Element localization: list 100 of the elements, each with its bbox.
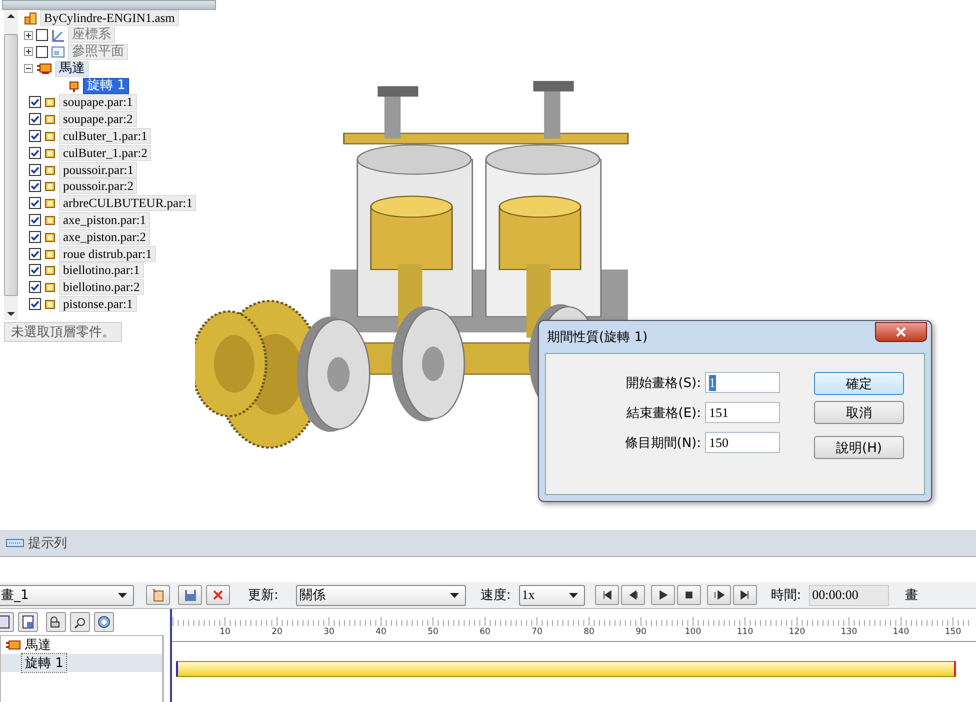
input-field[interactable]: 151 <box>705 402 780 423</box>
tick-label: 70 <box>532 627 542 637</box>
tree-item[interactable]: pistonse.par:1 <box>59 296 137 312</box>
status-text: 未選取頂層零件。 <box>4 322 122 342</box>
part-icon <box>44 96 56 108</box>
field-label: 結束畫格(E): <box>626 404 701 422</box>
tree-root[interactable]: ByCylindre-ENGIN1.asm <box>40 10 179 26</box>
last-frame-icon <box>738 589 751 601</box>
part-icon <box>44 113 56 126</box>
scrollbar[interactable] <box>4 10 18 320</box>
tick-label: 20 <box>272 627 282 637</box>
close-button[interactable] <box>875 322 927 342</box>
time-field[interactable]: 00:00:00 <box>809 584 890 606</box>
plane-icon <box>51 46 65 58</box>
prompt-bar-title: 提示列 <box>28 535 67 552</box>
panel-grip[interactable] <box>2 0 216 10</box>
frame-label: 畫 <box>905 587 918 604</box>
tick-label: 10 <box>220 627 230 637</box>
tick-label: 90 <box>636 627 646 637</box>
tick-label: 50 <box>428 627 438 637</box>
stop-button[interactable] <box>676 585 701 605</box>
first-frame-button[interactable] <box>594 585 619 605</box>
coordinate-system-icon <box>51 28 65 42</box>
tree-item[interactable]: arbreCULBUTEUR.par:1 <box>59 195 196 212</box>
visibility-checkbox[interactable] <box>29 264 41 276</box>
timeline-tree-item[interactable]: 旋轉 1 <box>1 654 162 672</box>
visibility-checkbox[interactable] <box>36 29 48 42</box>
tree-item[interactable]: biellotino.par:1 <box>59 262 144 278</box>
animation-track-bar[interactable] <box>176 661 956 677</box>
step-back-icon <box>626 589 639 601</box>
save-icon[interactable] <box>178 585 202 605</box>
dialog-button[interactable]: 確定 <box>814 372 904 395</box>
tick-label: 100 <box>684 627 702 637</box>
expand-icon[interactable] <box>24 30 33 40</box>
tick-label: 120 <box>788 627 806 637</box>
visibility-checkbox[interactable] <box>29 281 41 294</box>
new-animation-icon[interactable] <box>146 585 170 605</box>
motor-icon <box>36 62 52 76</box>
dialog-button[interactable]: 取消 <box>814 401 904 424</box>
visibility-checkbox[interactable] <box>29 164 41 176</box>
tree-item[interactable]: poussoir.par:2 <box>59 178 138 194</box>
zoom-icon[interactable] <box>70 612 90 632</box>
update-dropdown[interactable]: 關係 <box>296 584 466 606</box>
tree-item[interactable]: soupape.par:2 <box>59 111 137 128</box>
input-field[interactable]: 150 <box>705 432 780 453</box>
caret-icon <box>450 592 460 598</box>
tree-item[interactable]: 座標系 <box>68 27 115 44</box>
visibility-checkbox[interactable] <box>29 248 41 260</box>
tree-item[interactable]: culButer_1.par:2 <box>59 144 152 161</box>
tree-item[interactable]: culButer_1.par:1 <box>59 128 152 144</box>
part-icon <box>44 264 56 276</box>
play-button[interactable] <box>650 585 675 605</box>
visibility-checkbox[interactable] <box>29 113 41 126</box>
last-frame-button[interactable] <box>732 585 757 605</box>
speed-label: 速度: <box>480 587 511 604</box>
dialog-title: 期間性質(旋轉 1) <box>547 329 648 346</box>
field-label: 條目期間(N): <box>624 434 701 452</box>
visibility-checkbox[interactable] <box>29 180 41 192</box>
visibility-checkbox[interactable] <box>29 298 41 310</box>
delete-icon[interactable] <box>206 585 230 605</box>
tree-item[interactable]: biellotino.par:2 <box>59 279 144 296</box>
visibility-checkbox[interactable] <box>29 130 41 142</box>
rotation-icon <box>68 80 80 92</box>
part-icon <box>44 230 56 243</box>
tree-item[interactable]: soupape.par:1 <box>59 94 137 110</box>
visibility-checkbox[interactable] <box>29 230 41 243</box>
close-icon <box>895 327 907 337</box>
collapse-icon[interactable] <box>24 64 33 74</box>
expand-icon[interactable] <box>24 47 33 56</box>
timeline-tree-item[interactable]: 馬達 <box>25 636 51 654</box>
visibility-checkbox[interactable] <box>29 214 41 226</box>
step-back-button[interactable] <box>620 585 645 605</box>
tree-item[interactable]: 參照平面 <box>68 44 128 60</box>
tree-item[interactable]: 馬達 <box>55 60 89 77</box>
tick-label: 150 <box>944 627 962 637</box>
tree-item[interactable]: 旋轉 1 <box>83 78 130 94</box>
visibility-checkbox[interactable] <box>36 46 48 58</box>
tree-item[interactable]: axe_piston.par:2 <box>59 228 150 245</box>
animation-dropdown[interactable]: 畫_1 <box>0 584 134 606</box>
step-forward-button[interactable] <box>706 585 731 605</box>
input-field[interactable]: 1 <box>705 372 780 393</box>
tree-item[interactable]: poussoir.par:1 <box>59 162 138 178</box>
part-icon <box>44 130 56 142</box>
part-icon <box>44 197 56 210</box>
part-icon <box>44 146 56 159</box>
step-forward-icon <box>712 589 725 601</box>
tree-item[interactable]: axe_piston.par:1 <box>59 212 150 228</box>
tick-label: 110 <box>736 627 754 637</box>
dialog-button[interactable]: 說明(H) <box>814 436 904 459</box>
refresh-icon[interactable] <box>94 612 114 632</box>
visibility-checkbox[interactable] <box>29 96 41 108</box>
visibility-checkbox[interactable] <box>29 197 41 210</box>
first-frame-icon <box>600 589 613 601</box>
timeline-ruler[interactable]: 10 20 30 40 50 60 70 80 90 100 110 120 130 140 150 <box>172 609 976 642</box>
prompt-bar-icon <box>6 539 24 547</box>
visibility-checkbox[interactable] <box>29 146 41 159</box>
tree-item[interactable]: roue distrub.par:1 <box>59 246 156 262</box>
stop-icon <box>682 589 695 601</box>
tick-label: 140 <box>892 627 910 637</box>
speed-dropdown[interactable]: 1x <box>518 584 585 606</box>
